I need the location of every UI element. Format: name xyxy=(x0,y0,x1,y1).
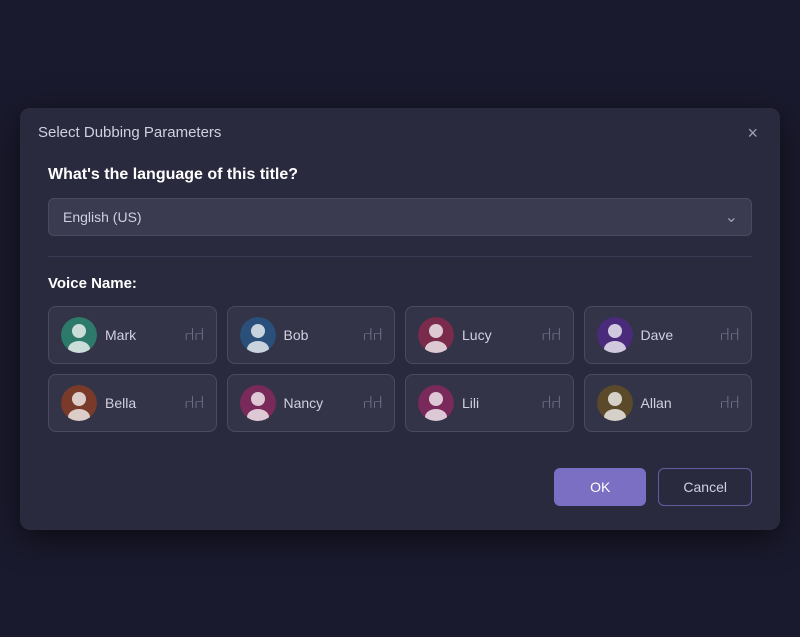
waveform-icon-lucy[interactable]: ⑁⑁ xyxy=(541,324,561,345)
voice-grid: Mark ⑁⑁ Bob ⑁⑁ Lucy ⑁⑁ Dave ⑁⑁ Bella ⑁⑁ Nancy… xyxy=(48,306,752,432)
voice-avatar-nancy xyxy=(240,385,276,421)
voice-name-allan: Allan xyxy=(641,395,712,411)
waveform-icon-lili[interactable]: ⑁⑁ xyxy=(541,392,561,413)
voice-card-allan[interactable]: Allan ⑁⑁ xyxy=(584,374,753,432)
dialog-footer: OK Cancel xyxy=(20,452,780,530)
voice-name-label: Voice Name: xyxy=(48,275,752,292)
dialog-title: Select Dubbing Parameters xyxy=(38,124,221,141)
voice-name-nancy: Nancy xyxy=(284,395,355,411)
cancel-button[interactable]: Cancel xyxy=(658,468,752,506)
waveform-icon-mark[interactable]: ⑁⑁ xyxy=(184,324,204,345)
language-select-wrapper: English (US)SpanishFrenchGermanJapaneseC… xyxy=(48,198,752,236)
voice-card-nancy[interactable]: Nancy ⑁⑁ xyxy=(227,374,396,432)
voice-card-mark[interactable]: Mark ⑁⑁ xyxy=(48,306,217,364)
voice-avatar-bella xyxy=(61,385,97,421)
voice-avatar-lucy xyxy=(418,317,454,353)
waveform-icon-bob[interactable]: ⑁⑁ xyxy=(362,324,382,345)
voice-name-bella: Bella xyxy=(105,395,176,411)
select-dubbing-dialog: Select Dubbing Parameters × What's the l… xyxy=(20,108,780,530)
voice-avatar-lili xyxy=(418,385,454,421)
voice-card-bob[interactable]: Bob ⑁⑁ xyxy=(227,306,396,364)
language-question: What's the language of this title? xyxy=(48,166,752,184)
language-select[interactable]: English (US)SpanishFrenchGermanJapaneseC… xyxy=(48,198,752,236)
voice-avatar-allan xyxy=(597,385,633,421)
waveform-icon-allan[interactable]: ⑁⑁ xyxy=(719,392,739,413)
voice-card-lucy[interactable]: Lucy ⑁⑁ xyxy=(405,306,574,364)
voice-card-lili[interactable]: Lili ⑁⑁ xyxy=(405,374,574,432)
voice-name-lucy: Lucy xyxy=(462,327,533,343)
divider xyxy=(48,256,752,257)
waveform-icon-nancy[interactable]: ⑁⑁ xyxy=(362,392,382,413)
ok-button[interactable]: OK xyxy=(554,468,646,506)
voice-card-bella[interactable]: Bella ⑁⑁ xyxy=(48,374,217,432)
waveform-icon-bella[interactable]: ⑁⑁ xyxy=(184,392,204,413)
voice-name-bob: Bob xyxy=(284,327,355,343)
voice-name-dave: Dave xyxy=(641,327,712,343)
dialog-body: What's the language of this title? Engli… xyxy=(20,156,780,452)
waveform-icon-dave[interactable]: ⑁⑁ xyxy=(719,324,739,345)
voice-avatar-bob xyxy=(240,317,276,353)
voice-name-mark: Mark xyxy=(105,327,176,343)
voice-avatar-mark xyxy=(61,317,97,353)
voice-avatar-dave xyxy=(597,317,633,353)
voice-name-lili: Lili xyxy=(462,395,533,411)
close-button[interactable]: × xyxy=(743,122,762,144)
dialog-titlebar: Select Dubbing Parameters × xyxy=(20,108,780,156)
voice-card-dave[interactable]: Dave ⑁⑁ xyxy=(584,306,753,364)
